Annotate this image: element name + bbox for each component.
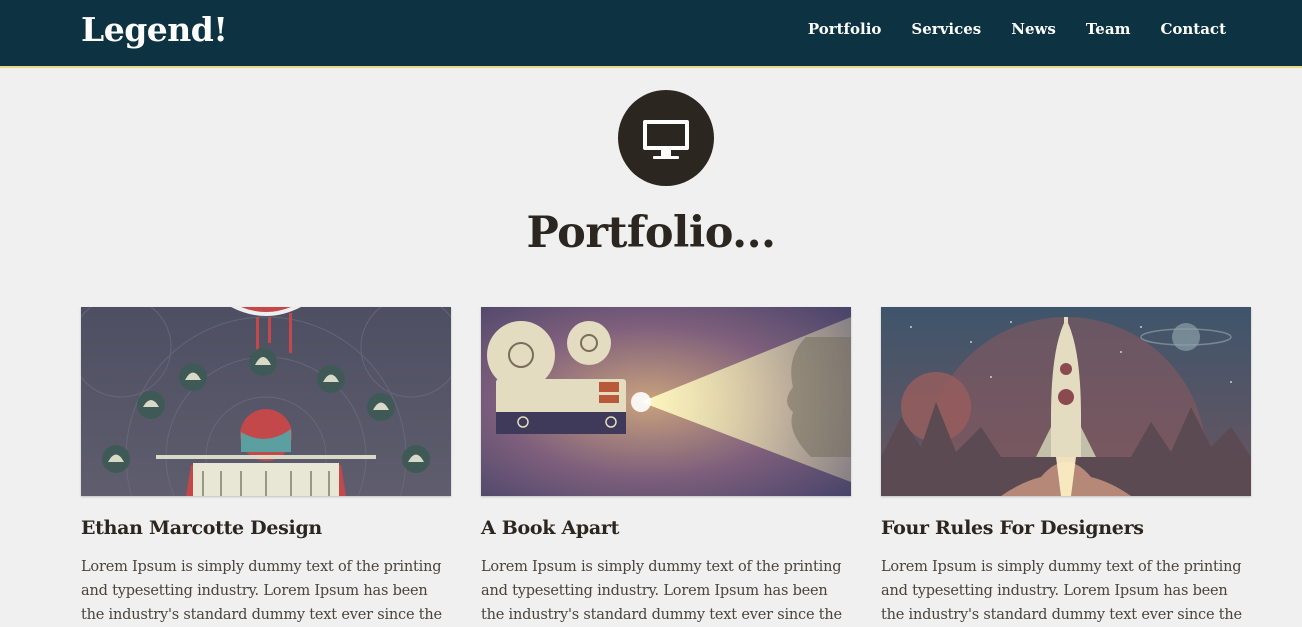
nav-portfolio[interactable]: Portfolio xyxy=(808,20,882,38)
top-navbar: Legend! Portfolio Services News Team Con… xyxy=(0,0,1302,68)
brand-logo[interactable]: Legend! xyxy=(81,10,228,49)
portfolio-text-1: Lorem Ipsum is simply dummy text of the … xyxy=(81,558,442,623)
portfolio-heading: Portfolio... xyxy=(526,208,776,258)
nav-contact[interactable]: Contact xyxy=(1160,20,1226,38)
portfolio-title-1[interactable]: Ethan Marcotte Design xyxy=(81,517,451,540)
portfolio-card-2: A Book Apart Lorem Ipsum is simply dummy… xyxy=(481,307,851,627)
portfolio-text-2: Lorem Ipsum is simply dummy text of the … xyxy=(481,558,842,623)
portfolio-title-3[interactable]: Four Rules For Designers xyxy=(881,517,1251,540)
monitor-icon xyxy=(618,90,714,186)
portfolio-card-1: Ethan Marcotte Design Lorem Ipsum is sim… xyxy=(81,307,451,627)
portfolio-thumb-2[interactable] xyxy=(481,307,851,496)
rocket-image xyxy=(881,307,1251,496)
portfolio-thumb-3[interactable] xyxy=(881,307,1251,496)
nav-services[interactable]: Services xyxy=(911,20,981,38)
nav-news[interactable]: News xyxy=(1011,20,1056,38)
nav-team[interactable]: Team xyxy=(1086,20,1131,38)
projector-image xyxy=(481,307,851,496)
portfolio-title-2[interactable]: A Book Apart xyxy=(481,517,851,540)
illustration-image xyxy=(81,307,451,496)
portfolio-thumb-1[interactable] xyxy=(81,307,451,496)
portfolio-card-3: Four Rules For Designers Lorem Ipsum is … xyxy=(881,307,1251,627)
main-nav: Portfolio Services News Team Contact xyxy=(808,20,1226,38)
portfolio-text-3: Lorem Ipsum is simply dummy text of the … xyxy=(881,558,1242,623)
